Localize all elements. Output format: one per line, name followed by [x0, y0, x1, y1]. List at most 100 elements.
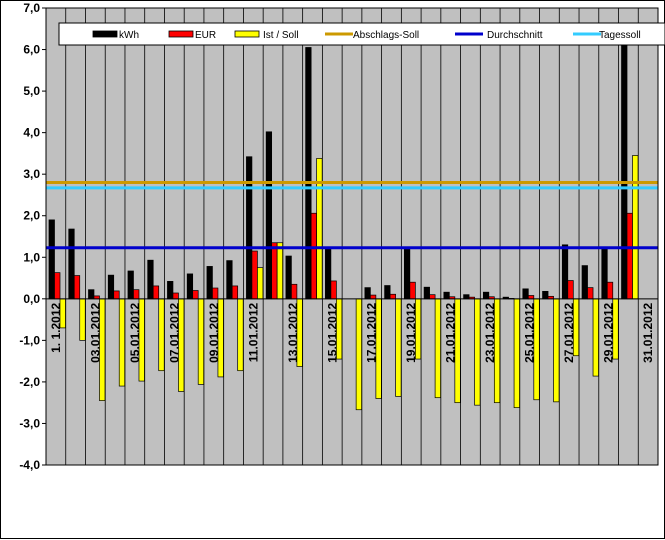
y-tick-label: 3,0	[23, 167, 40, 181]
bar-kwh-30	[621, 45, 628, 300]
bar-kwh-04	[107, 274, 115, 300]
y-tick-label: 1,0	[23, 250, 40, 264]
legend: kWh EUR Ist / Soll Abschlags-Soll Durchschni…	[58, 22, 665, 46]
legend-label-abschlags-soll: Abschlags-Soll	[353, 30, 419, 41]
bar-ist-soll-30	[632, 155, 639, 300]
legend-swatch-kwh	[92, 30, 118, 38]
bar-kwh-27	[561, 244, 569, 300]
bar-kwh-20	[423, 286, 430, 300]
bar-kwh-17	[364, 287, 371, 300]
bar-kwh-02	[68, 228, 75, 300]
x-tick-label: 07.01.2012	[167, 302, 181, 362]
bar-ist-soll-11	[257, 267, 264, 300]
bar-kwh-23	[482, 291, 490, 300]
bar-ist-soll-10	[237, 298, 244, 372]
legend-label-eur: EUR	[195, 30, 216, 41]
x-tick-label: 1. 1.2012	[49, 302, 63, 352]
bar-ist-soll-20	[434, 298, 441, 399]
legend-label-ist-soll: Ist / Soll	[263, 30, 299, 41]
legend-label-durchschnitt: Durchschnitt	[487, 30, 543, 41]
y-tick-label: -3,0	[19, 416, 40, 430]
bar-kwh-22	[463, 294, 470, 300]
bar-kwh-19	[404, 248, 411, 300]
x-tick-label: 03.01.2012	[88, 302, 102, 362]
bar-eur-19	[409, 281, 416, 300]
bar-eur-09	[212, 287, 219, 300]
bar-ist-soll-06	[158, 298, 165, 372]
bar-eur-01	[54, 272, 61, 300]
bar-kwh-29	[601, 248, 608, 300]
x-tick-label: 25.01.2012	[523, 302, 537, 362]
x-tick-label: 11.01.2012	[246, 303, 260, 363]
x-tick-label: 13.01.2012	[286, 302, 300, 362]
bar-ist-soll-28	[592, 298, 599, 377]
y-tick-labels: 7,0 6,0 5,0 4,0 3,0 2,0 1,0 0,0 -1,0 -2,0 -3,0 -4,0	[19, 1, 46, 472]
plot-area	[46, 8, 658, 465]
bar-kwh-01	[48, 219, 55, 300]
y-tick-label: 5,0	[23, 84, 40, 98]
y-tick-label: 2,0	[23, 209, 40, 223]
bar-eur-08	[192, 290, 199, 300]
bar-kwh-18	[384, 285, 391, 300]
y-tick-label: 4,0	[23, 126, 40, 140]
bar-ist-soll-22	[474, 298, 481, 406]
y-tick-label: -4,0	[19, 458, 40, 472]
bar-eur-30	[626, 212, 633, 300]
bar-eur-17	[370, 294, 377, 300]
x-tick-label: 27.01.2012	[562, 302, 576, 362]
bar-eur-12	[271, 242, 278, 300]
bar-ist-soll-02	[79, 298, 86, 341]
bar-eur-18	[389, 293, 396, 300]
x-tick-label: 19.01.2012	[404, 302, 418, 362]
legend-swatch-eur	[168, 30, 194, 38]
bar-kwh-10	[226, 260, 233, 300]
bar-eur-27	[567, 280, 574, 300]
bar-ist-soll-16	[355, 298, 362, 411]
y-tick-label: 6,0	[23, 43, 40, 57]
legend-label-tagessoll: Tagessoll	[599, 30, 641, 41]
bar-ist-soll-04	[118, 298, 126, 387]
bar-kwh-25	[522, 288, 529, 300]
x-tick-label: 17.01.2012	[365, 302, 379, 362]
bar-kwh-26	[542, 290, 549, 300]
x-tick-label: 29.01.2012	[602, 302, 616, 362]
bar-eur-05	[133, 289, 140, 300]
bar-eur-13	[291, 283, 298, 300]
bar-eur-29	[606, 281, 614, 300]
bar-kwh-14	[305, 47, 312, 300]
bar-eur-07	[172, 292, 179, 300]
bar-kwh-09	[206, 266, 213, 300]
bar-eur-06	[152, 285, 160, 300]
bar-kwh-03	[88, 289, 95, 300]
bar-eur-14	[310, 212, 317, 300]
y-tick-label: 7,0	[23, 1, 40, 15]
bar-eur-15	[330, 280, 337, 300]
x-tick-label: 31.01.2012	[641, 302, 655, 362]
bar-kwh-06	[147, 259, 154, 300]
bar-ist-soll-24	[513, 298, 520, 409]
chart-frame: 7,0 6,0 5,0 4,0 3,0 2,0 1,0 0,0 -1,0 -2,0 -3,0 -4,0…	[0, 0, 665, 539]
x-tick-label: 05.01.2012	[128, 302, 142, 362]
bar-kwh-13	[285, 255, 292, 300]
y-tick-label: -2,0	[19, 375, 40, 389]
bar-ist-soll-18	[395, 298, 402, 397]
bar-chart: 7,0 6,0 5,0 4,0 3,0 2,0 1,0 0,0 -1,0 -2,0 -3,0 -4,0…	[19, 1, 665, 472]
bar-kwh-11	[246, 156, 253, 300]
bar-ist-soll-08	[197, 298, 205, 385]
bar-kwh-07	[167, 281, 174, 300]
bar-eur-28	[587, 287, 594, 300]
bar-eur-10	[231, 285, 239, 300]
legend-label-kwh: kWh	[119, 30, 139, 41]
bar-eur-02	[73, 275, 81, 300]
bar-kwh-28	[581, 265, 588, 300]
bar-ist-soll-12	[276, 242, 284, 300]
legend-swatch-ist-soll	[234, 30, 260, 38]
x-tick-label: 15.01.2012	[325, 302, 339, 362]
bar-kwh-12	[265, 131, 273, 300]
bar-eur-04	[113, 290, 120, 300]
bar-eur-11	[251, 250, 258, 300]
bar-kwh-21	[443, 291, 450, 300]
bar-kwh-08	[186, 273, 194, 300]
bar-kwh-15	[325, 248, 332, 300]
bar-eur-20	[429, 294, 436, 300]
